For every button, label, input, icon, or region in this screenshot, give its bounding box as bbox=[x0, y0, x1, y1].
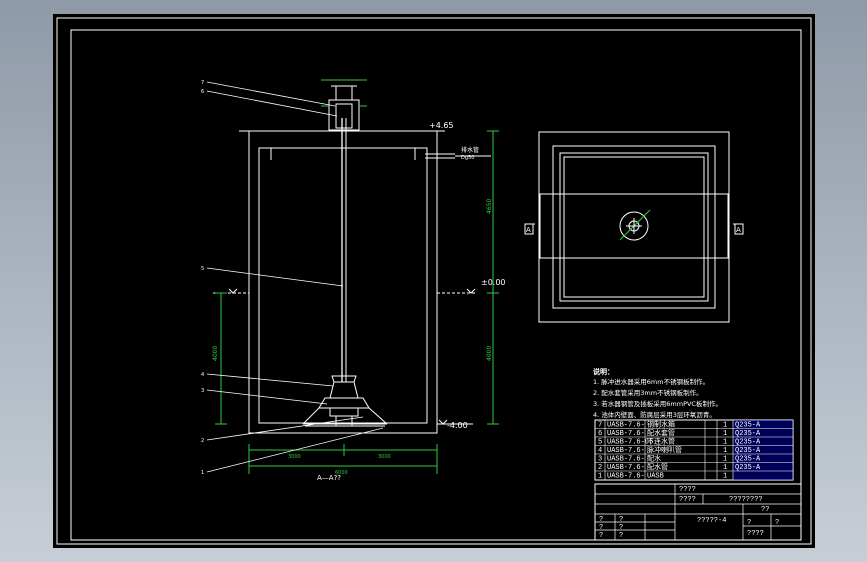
parts-cell-material: Q235-A bbox=[735, 439, 761, 447]
elevation-zero: ±0.00 bbox=[481, 278, 506, 287]
leader-lines bbox=[206, 81, 384, 473]
tb-q7: ? bbox=[747, 519, 751, 527]
parts-cell-name: 钢制水箱 bbox=[647, 420, 675, 430]
tb-q1: ? bbox=[599, 516, 603, 524]
section-view: 4000 4650 4000 3000 3000 6000 bbox=[206, 79, 499, 476]
tb-drawing-no: ?????-4 bbox=[697, 517, 726, 525]
tank-outer-wall bbox=[248, 130, 438, 434]
inner-frame bbox=[70, 29, 802, 541]
parts-cell-qty: 1 bbox=[723, 464, 727, 472]
parts-cell-no: 5 bbox=[598, 439, 602, 447]
parts-cell-code: UASB-7.6- bbox=[607, 447, 645, 455]
note-3: 3. 若水器钢管及插板采用6mmPVC板制作。 bbox=[593, 399, 722, 408]
balloon-5: 5 bbox=[201, 266, 204, 272]
elevation-top: +4.65 bbox=[429, 121, 454, 130]
tb-r2b: ???????? bbox=[729, 496, 763, 504]
outer-frame bbox=[56, 17, 812, 545]
parts-cell-code: UASB-7.6- bbox=[607, 430, 645, 438]
parts-cell-material: Q235-A bbox=[735, 456, 761, 464]
parts-cell-qty: 1 bbox=[723, 456, 727, 464]
parts-cell-code: UASB-7.6- bbox=[607, 473, 645, 481]
tb-q6: ? bbox=[619, 532, 623, 540]
balloon-4: 4 bbox=[201, 372, 204, 378]
tb-r4: ???? bbox=[747, 530, 764, 538]
outlet-note-2: Dg50 bbox=[461, 155, 474, 161]
parts-cell-material: Q235-A bbox=[735, 447, 761, 455]
outlet-note-1: 排水管 bbox=[461, 146, 479, 154]
parts-cell-name: 配水 bbox=[647, 454, 661, 464]
dim-bottom-left: 3000 bbox=[288, 454, 301, 460]
parts-cell-material: Q235-A bbox=[735, 430, 761, 438]
plan-marker-right: A bbox=[736, 226, 741, 234]
tb-r2a: ???? bbox=[679, 496, 696, 504]
notes-title: 说明： bbox=[593, 367, 614, 376]
note-4: 4. 池体内壁面、防腐层采用3层环氧沥青。 bbox=[593, 410, 716, 419]
parts-cell-no: 7 bbox=[598, 422, 602, 430]
parts-cell-code: UASB-7.6- bbox=[607, 464, 645, 472]
section-title: A—A?? bbox=[317, 474, 341, 482]
cad-drawing: 4000 4650 4000 3000 3000 6000 7 6 5 4 3 … bbox=[56, 17, 812, 545]
tb-r1: ???? bbox=[679, 486, 696, 494]
tb-q3: ? bbox=[599, 524, 603, 532]
balloon-6: 6 bbox=[201, 89, 204, 95]
note-1: 1. 脉冲进水器采用6mm不锈钢板制作。 bbox=[593, 377, 709, 386]
parts-cell-qty: 1 bbox=[723, 447, 727, 455]
elevation-bottom: -4.00 bbox=[447, 421, 468, 430]
feeder-inner bbox=[335, 103, 353, 129]
parts-cell-qty: 1 bbox=[723, 430, 727, 438]
parts-cell-no: 6 bbox=[598, 430, 602, 438]
parts-cell-name: 下连水管 bbox=[647, 437, 675, 447]
dim-left-lower: 4000 bbox=[212, 346, 219, 361]
balloon-2: 2 bbox=[201, 438, 204, 444]
tb-r3: ?? bbox=[761, 506, 769, 514]
parts-cell-no: 4 bbox=[598, 447, 602, 455]
notes: 说明： 1. 脉冲进水器采用6mm不锈钢板制作。 2. 配水套管采用3mm不锈钢… bbox=[593, 367, 722, 419]
balloon-1: 1 bbox=[201, 470, 204, 476]
dim-bottom-right: 3000 bbox=[378, 454, 391, 460]
parts-cell-no: 1 bbox=[598, 473, 602, 481]
parts-cell-code: UASB-7.6- bbox=[607, 422, 645, 430]
note-2: 2. 配水套管采用3mm不锈钢板制作。 bbox=[593, 388, 703, 397]
tb-q5: ? bbox=[599, 532, 603, 540]
balloon-3: 3 bbox=[201, 388, 204, 394]
dim-right-upper: 4650 bbox=[486, 199, 493, 214]
plan-view bbox=[524, 131, 744, 323]
parts-cell-name: 配水管 bbox=[647, 462, 668, 472]
tb-q8: ? bbox=[775, 519, 779, 527]
parts-cell-qty: 1 bbox=[723, 439, 727, 447]
title-block-border bbox=[594, 483, 802, 541]
drawing-sheet: 4000 4650 4000 3000 3000 6000 7 6 5 4 3 … bbox=[53, 14, 815, 548]
title-block bbox=[594, 483, 802, 541]
parts-cell-name: 配水套管 bbox=[647, 428, 675, 438]
parts-cell-qty: 1 bbox=[723, 422, 727, 430]
parts-cell-name: UASB bbox=[647, 473, 664, 481]
parts-cell-no: 3 bbox=[598, 456, 602, 464]
tb-q2: ? bbox=[619, 516, 623, 524]
pulse-bell bbox=[329, 381, 359, 399]
plan-marker-left: A bbox=[526, 226, 531, 234]
dim-right-lower: 4000 bbox=[486, 346, 493, 361]
overflow-lips bbox=[259, 147, 427, 160]
parts-cell-qty: 1 bbox=[723, 473, 727, 481]
parts-cell-no: 2 bbox=[598, 464, 602, 472]
pulse-bell-top bbox=[331, 375, 357, 383]
tb-q4: ? bbox=[619, 524, 623, 532]
parts-cell-name: 脉冲喇叭管 bbox=[647, 445, 682, 455]
parts-cell-material: Q235-A bbox=[735, 464, 761, 472]
distributor-base bbox=[329, 407, 359, 417]
parts-cell-material: Q235-A bbox=[735, 422, 761, 430]
parts-cell-code: UASB-7.6- bbox=[607, 456, 645, 464]
distributor-cone bbox=[318, 397, 370, 409]
balloon-7: 7 bbox=[201, 80, 204, 86]
